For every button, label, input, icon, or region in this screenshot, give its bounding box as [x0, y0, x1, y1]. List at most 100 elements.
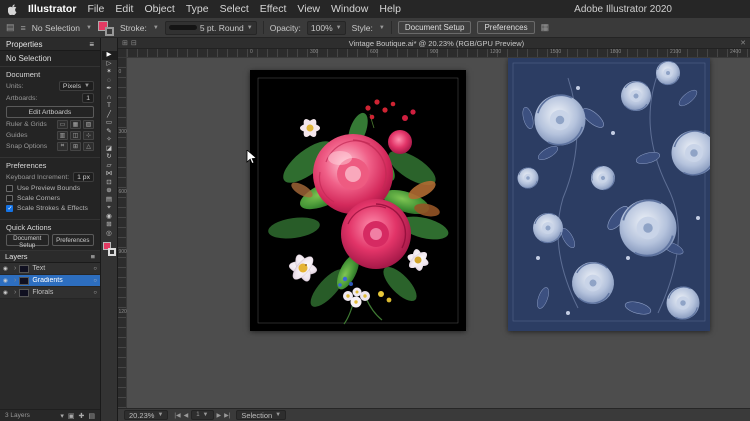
lock-guides-icon[interactable]: ◫ [70, 131, 81, 140]
menu-item[interactable]: Help [379, 3, 401, 15]
layer-name[interactable]: Text [32, 265, 90, 272]
layers-tab-label[interactable]: Layers [5, 252, 28, 261]
properties-tab-label[interactable]: Properties [6, 40, 42, 49]
magic-wand-tool[interactable]: ✶ [102, 68, 117, 77]
pattern-artwork[interactable] [508, 58, 710, 331]
arrange-documents-icon[interactable]: ⊞ [122, 39, 128, 47]
app-menu[interactable]: Illustrator [28, 3, 76, 15]
eraser-tool[interactable]: ◪ [102, 145, 117, 154]
transparency-grid-icon[interactable]: ▨ [83, 120, 94, 129]
keyboard-increment-field[interactable]: 1 px [73, 172, 94, 182]
layer-target-icon[interactable]: ○ [93, 290, 97, 296]
lasso-tool[interactable]: ◌ [102, 77, 117, 86]
gradient-tool[interactable]: ▤ [102, 196, 117, 205]
fill-stroke-swatches[interactable] [98, 20, 114, 36]
horizontal-ruler[interactable]: 030060090012001500180021002400 [127, 49, 750, 58]
visibility-eye-icon[interactable]: ◉ [3, 290, 11, 296]
preference-checkbox-row[interactable]: Scale Strokes & Effects [6, 205, 94, 212]
shape-builder-tool[interactable]: ⊕ [102, 187, 117, 196]
snap-pixel-icon[interactable]: ⊞ [70, 142, 81, 151]
layers-panel-tab[interactable]: Layers ≡ [0, 251, 100, 263]
layer-name[interactable]: Gradients [32, 277, 90, 284]
menu-item[interactable]: Edit [115, 3, 133, 15]
edit-artboards-button[interactable]: Edit Artboards [6, 106, 94, 118]
smart-guides-icon[interactable]: ⊹ [83, 131, 94, 140]
chevron-down-icon[interactable]: ▼ [86, 25, 92, 31]
visibility-eye-icon[interactable]: ◉ [3, 266, 11, 272]
canvas[interactable] [127, 58, 750, 408]
last-artboard-icon[interactable]: ▶| [224, 412, 230, 419]
checkbox[interactable] [6, 205, 13, 212]
first-artboard-icon[interactable]: |◀ [174, 412, 180, 419]
menu-item[interactable]: Object [144, 3, 174, 15]
direct-selection-tool[interactable]: ▷ [102, 60, 117, 69]
document-tab[interactable]: Vintage Boutique.ai* @ 20.23% (RGB/GPU P… [137, 39, 736, 48]
chevron-down-icon[interactable]: ▼ [153, 25, 159, 31]
type-tool[interactable]: T [102, 102, 117, 111]
brush-dropdown[interactable]: 5 pt. Round ▼ [165, 21, 257, 35]
ruler-icon[interactable]: ▭ [57, 120, 68, 129]
artboard-number[interactable]: 1 ▼ [191, 410, 213, 420]
snap-grid-icon[interactable]: ⌗ [57, 142, 68, 151]
layer-target-icon[interactable]: ○ [93, 266, 97, 272]
stroke-color-swatch[interactable] [108, 248, 116, 256]
curvature-tool[interactable]: ∩ [102, 94, 117, 103]
menu-item[interactable]: File [87, 3, 104, 15]
blend-tool[interactable]: ◉ [102, 213, 117, 222]
artboard-tool[interactable]: ⊞ [102, 221, 117, 230]
layer-row[interactable]: ◉ › Gradients ○ [0, 275, 100, 287]
rectangle-tool[interactable]: ▭ [102, 119, 117, 128]
scale-tool[interactable]: ▱ [102, 162, 117, 171]
artboard-pattern[interactable] [508, 58, 710, 331]
new-layer-icon[interactable]: ✚ [79, 412, 85, 420]
new-sublayer-icon[interactable]: ▾ [60, 412, 64, 420]
status-tool-indicator[interactable]: Selection ▼ [236, 410, 286, 420]
visibility-eye-icon[interactable]: ◉ [3, 278, 11, 284]
artboards-count-stepper[interactable]: 1 [82, 93, 94, 103]
artboard-florals[interactable] [250, 70, 466, 331]
units-dropdown[interactable]: Pixels ▼ [59, 81, 94, 91]
chevron-down-icon[interactable]: ▼ [379, 25, 385, 31]
make-mask-icon[interactable]: ▣ [68, 412, 75, 420]
menu-item[interactable]: Select [220, 3, 249, 15]
vertical-ruler[interactable]: 03006009001200 [118, 58, 127, 408]
delete-layer-icon[interactable]: ▤ [88, 412, 95, 420]
shaper-tool[interactable]: ✧ [102, 136, 117, 145]
document-setup-button[interactable]: Document Setup [398, 21, 472, 34]
quick-action-button[interactable]: Preferences [52, 234, 95, 246]
preferences-button[interactable]: Preferences [477, 21, 534, 34]
workspace-switcher-icon[interactable]: ▦ [541, 22, 550, 33]
panel-menu-icon[interactable]: ≡ [91, 252, 95, 261]
width-tool[interactable]: ⋈ [102, 170, 117, 179]
layer-name[interactable]: Florals [32, 289, 90, 296]
panel-menu-icon[interactable]: ≡ [89, 40, 94, 49]
properties-panel-tab[interactable]: Properties ≡ [0, 38, 100, 51]
checkbox[interactable] [6, 195, 13, 202]
florals-artwork[interactable] [250, 70, 466, 331]
checkbox[interactable] [6, 185, 13, 192]
preference-checkbox-row[interactable]: Use Preview Bounds [6, 185, 94, 192]
expand-arrow-icon[interactable]: › [14, 265, 16, 272]
zoom-dropdown[interactable]: 20.23% ▼ [124, 410, 168, 420]
apple-menu-icon[interactable] [8, 4, 17, 15]
panel-menu-icon[interactable]: ≡ [21, 23, 26, 33]
menu-item[interactable]: Effect [260, 3, 287, 15]
document-icon[interactable]: ▤ [6, 22, 15, 33]
grid-icon[interactable]: ▦ [70, 120, 81, 129]
ruler-origin-corner[interactable] [118, 49, 127, 58]
free-transform-tool[interactable]: ⊡ [102, 179, 117, 188]
menu-item[interactable]: View [297, 3, 320, 15]
zoom-tool[interactable]: ◎ [102, 230, 117, 239]
expand-arrow-icon[interactable]: › [14, 289, 16, 296]
layer-row[interactable]: ◉ › Florals ○ [0, 287, 100, 299]
menu-item[interactable]: Window [331, 3, 368, 15]
stroke-swatch[interactable] [105, 27, 114, 36]
quick-action-button[interactable]: Document Setup [6, 234, 49, 246]
rotate-tool[interactable]: ↻ [102, 153, 117, 162]
toolbar-fill-stroke[interactable] [103, 242, 116, 256]
pen-tool[interactable]: ✒ [102, 85, 117, 94]
eyedropper-tool[interactable]: ⌖ [102, 204, 117, 213]
preference-checkbox-row[interactable]: Scale Corners [6, 195, 94, 202]
menu-item[interactable]: Type [186, 3, 209, 15]
selection-tool[interactable]: ▶ [102, 51, 117, 60]
